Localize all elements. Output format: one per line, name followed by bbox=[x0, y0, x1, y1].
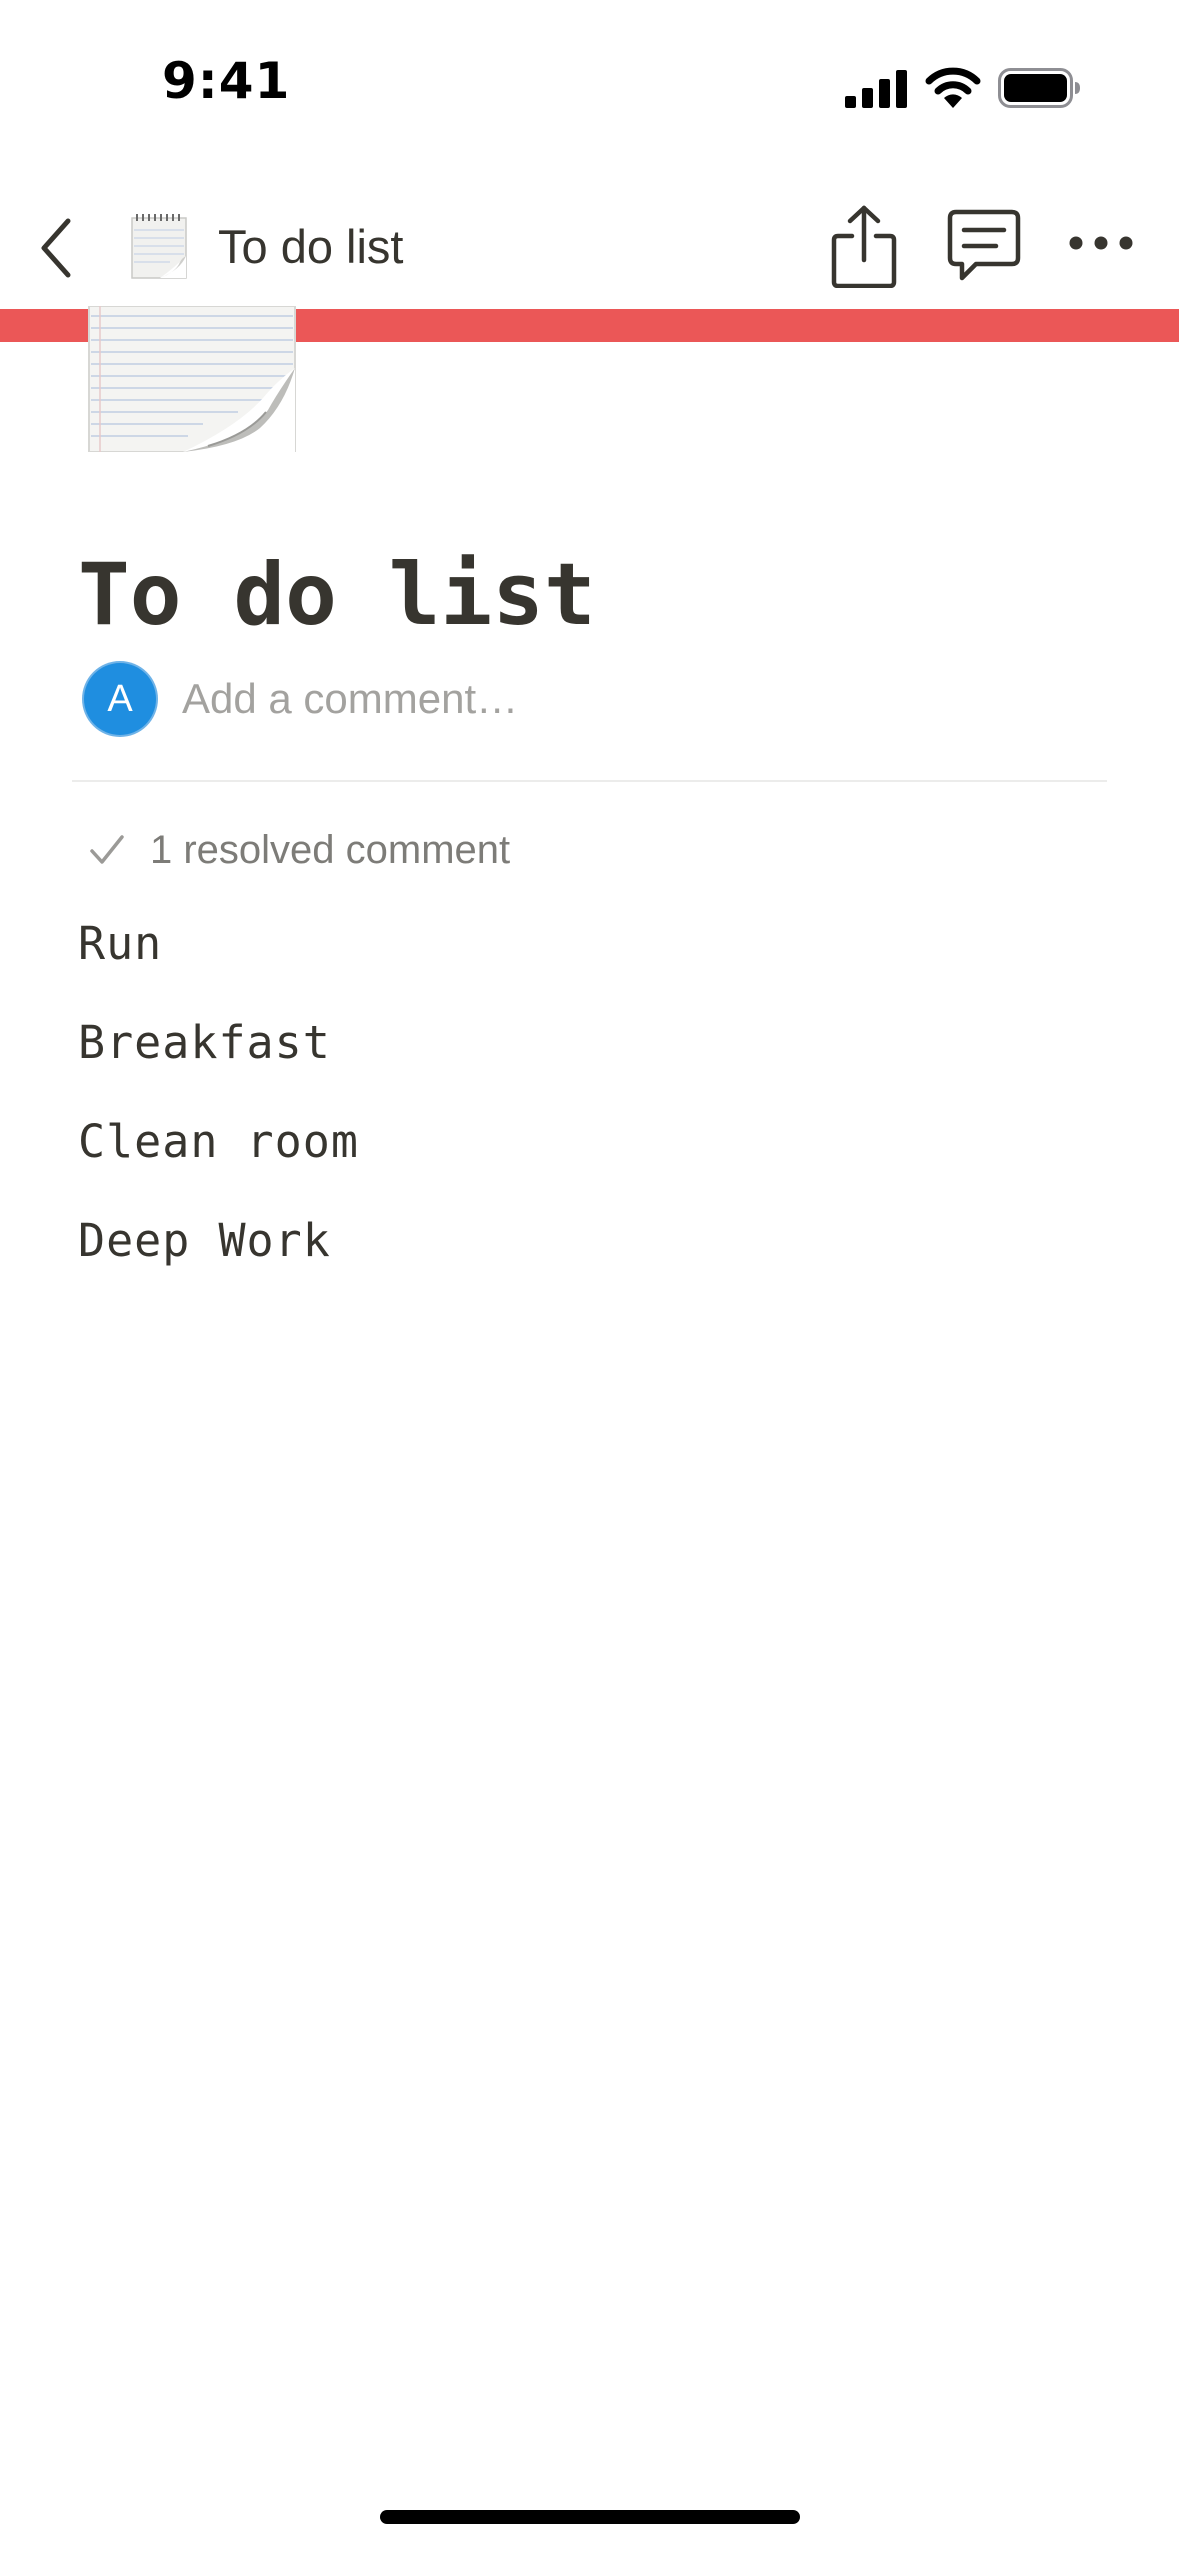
wifi-icon bbox=[925, 67, 981, 108]
notepad-icon[interactable] bbox=[88, 306, 296, 452]
notepad-icon bbox=[131, 214, 187, 279]
more-icon[interactable] bbox=[1068, 230, 1134, 256]
text-block[interactable]: Breakfast bbox=[78, 1011, 331, 1075]
nav-bar: To do list bbox=[0, 190, 1179, 310]
check-icon bbox=[90, 835, 124, 864]
comments-icon[interactable] bbox=[946, 208, 1022, 284]
text-block[interactable]: Deep Work bbox=[78, 1209, 331, 1273]
cellular-signal-icon bbox=[845, 70, 907, 108]
resolved-comments-label: 1 resolved comment bbox=[150, 827, 511, 872]
share-icon[interactable] bbox=[830, 204, 898, 288]
battery-icon bbox=[998, 68, 1080, 108]
status-time: 9:41 bbox=[162, 52, 291, 110]
comment-input[interactable] bbox=[182, 666, 1062, 732]
page-title[interactable]: To do list bbox=[78, 545, 596, 645]
divider bbox=[72, 780, 1107, 782]
resolved-comments-button[interactable]: 1 resolved comment bbox=[88, 820, 510, 880]
status-bar: 9:41 bbox=[0, 0, 1179, 175]
text-block[interactable]: Run bbox=[78, 912, 162, 976]
home-indicator[interactable] bbox=[380, 2510, 800, 2524]
text-block[interactable]: Clean room bbox=[78, 1110, 359, 1174]
nav-title: To do list bbox=[218, 220, 404, 273]
back-icon[interactable] bbox=[36, 215, 76, 281]
avatar: A bbox=[84, 663, 156, 735]
